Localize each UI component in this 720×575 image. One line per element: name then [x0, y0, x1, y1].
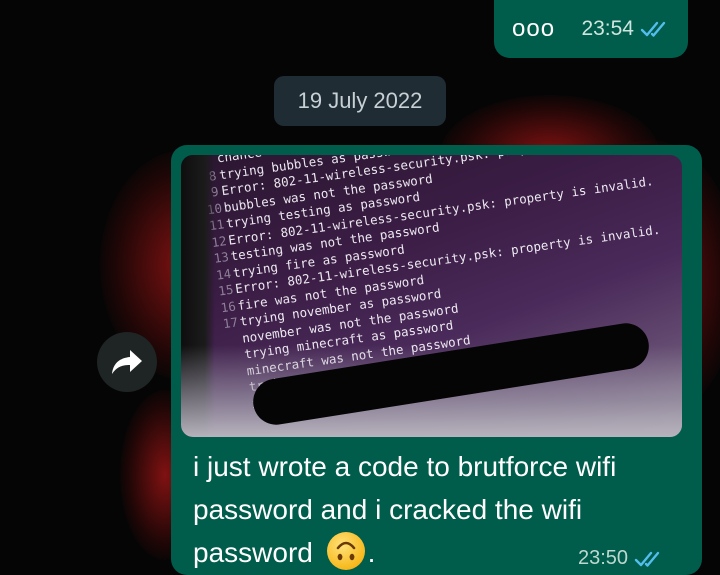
- message-time: 23:54: [581, 17, 634, 40]
- media-message-bubble[interactable]: chance was not8trying bubbles as passwor…: [171, 145, 702, 575]
- message-text: ooo: [512, 15, 556, 42]
- line-number: 15: [217, 281, 235, 299]
- date-label: 19 July 2022: [297, 88, 423, 113]
- line-number: 13: [212, 248, 230, 266]
- message-time: 23:50: [578, 547, 629, 569]
- message-photo[interactable]: chance was not8trying bubbles as passwor…: [181, 155, 682, 437]
- forward-button[interactable]: [97, 332, 157, 392]
- upside-down-face-emoji: [326, 532, 365, 570]
- forward-arrow-icon: [112, 350, 142, 374]
- date-divider: 19 July 2022: [274, 76, 446, 126]
- message-meta: 23:50: [578, 547, 664, 570]
- outgoing-message-bubble[interactable]: ooo 23:54: [494, 0, 688, 58]
- line-number: 16: [219, 297, 237, 315]
- message-meta: 23:54: [581, 17, 670, 41]
- double-check-icon: [640, 21, 666, 37]
- line-number: 17: [221, 314, 239, 332]
- line-number: 14: [215, 265, 233, 283]
- caption-trailing: .: [367, 537, 376, 568]
- caption-text: i just wrote a code to brutforce wifi pa…: [193, 451, 617, 568]
